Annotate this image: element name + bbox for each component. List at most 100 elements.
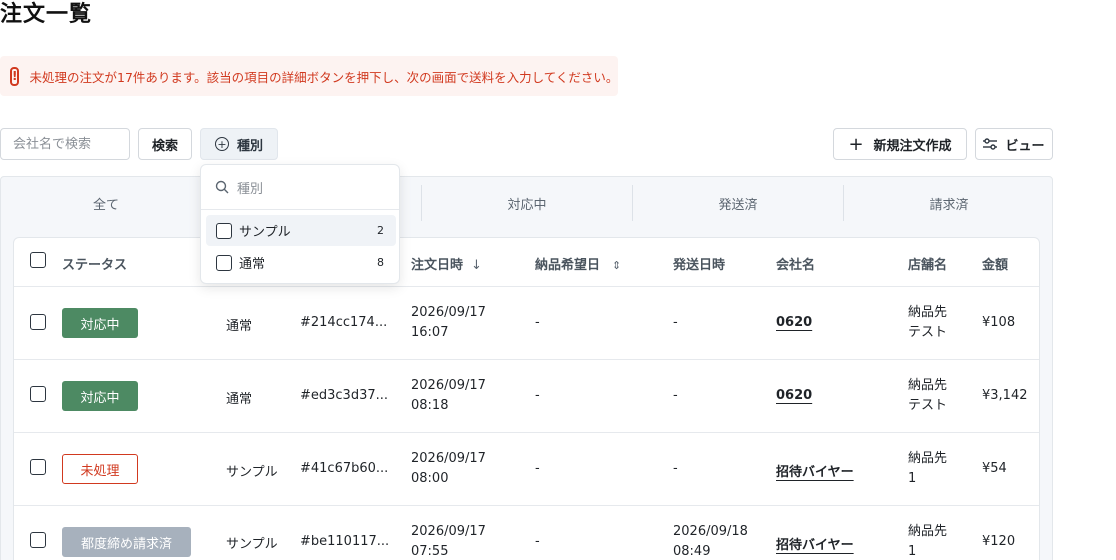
- arrow-down-icon: ↓: [471, 258, 482, 273]
- order-type: サンプル: [226, 537, 278, 552]
- store-name: 納品先 テスト: [908, 376, 947, 416]
- order-type: 通常: [226, 319, 253, 334]
- row-checkbox[interactable]: [30, 459, 46, 475]
- order-date: 2026/09/17: [411, 305, 486, 320]
- order-id: #be110117...: [300, 534, 390, 549]
- company-link[interactable]: 招待バイヤー: [776, 534, 854, 553]
- header-status[interactable]: ステータス: [62, 254, 127, 273]
- ship-datetime: 2026/09/18 08:49: [673, 522, 748, 560]
- option-count: 2: [377, 224, 384, 237]
- type-filter-label: 種別: [236, 138, 263, 154]
- header-order-date-label: 注文日時: [411, 258, 464, 273]
- order-time: 08:00: [411, 471, 449, 486]
- store-name: 納品先 1: [908, 522, 947, 560]
- order-type: サンプル: [226, 465, 278, 480]
- status-badge: 都度締め請求済: [62, 527, 191, 557]
- header-order-date[interactable]: 注文日時 ↓: [411, 254, 482, 273]
- ship-date: -: [673, 315, 678, 330]
- dropdown-option-sample[interactable]: サンプル 2: [206, 215, 396, 246]
- store-line: 納品先: [908, 305, 948, 320]
- row-checkbox[interactable]: [30, 386, 46, 402]
- tab-billed[interactable]: 請求済: [844, 185, 1054, 221]
- option-label: 通常: [239, 257, 266, 272]
- header-company: 会社名: [776, 258, 816, 273]
- order-date: 2026/09/17: [411, 378, 486, 393]
- amount: ¥3,142: [982, 388, 1028, 403]
- page-title: 注文一覧: [0, 2, 93, 27]
- row-divider: [14, 432, 1039, 433]
- search-button[interactable]: 検索: [138, 128, 192, 160]
- row-checkbox[interactable]: [30, 532, 46, 548]
- store-line: テスト: [908, 325, 948, 340]
- store-line: 納品先: [908, 524, 948, 539]
- option-checkbox[interactable]: [216, 222, 232, 239]
- alert-message: 未処理の注文が17件あります。該当の項目の詳細ボタンを押下し、次の画面で送料を入…: [29, 69, 619, 85]
- order-id: #214cc174...: [300, 315, 388, 330]
- store-line: 納品先: [908, 451, 948, 466]
- delivery-date: -: [535, 315, 540, 330]
- status-badge: 対応中: [62, 381, 138, 411]
- order-time: 07:55: [411, 544, 449, 559]
- delivery-date: -: [535, 461, 540, 476]
- sort-icon: ⇕: [612, 259, 622, 272]
- order-date: 2026/09/17: [411, 524, 486, 539]
- amount: ¥108: [982, 315, 1016, 330]
- store-line: 1: [908, 471, 917, 486]
- option-label: サンプル: [239, 225, 291, 240]
- header-delivery-date-label: 納品希望日: [535, 258, 601, 273]
- order-time: 16:07: [411, 325, 449, 340]
- row-divider: [14, 505, 1039, 506]
- store-name: 納品先 1: [908, 449, 947, 489]
- order-datetime: 2026/09/17 16:07: [411, 303, 486, 343]
- order-date: 2026/09/17: [411, 451, 486, 466]
- search-icon: [215, 180, 229, 194]
- store-line: テスト: [908, 398, 948, 413]
- new-order-button[interactable]: + 新規注文作成: [833, 128, 967, 160]
- tab-in-progress[interactable]: 対応中: [422, 185, 632, 221]
- tab-all[interactable]: 全て: [1, 185, 211, 221]
- ship-date: -: [673, 388, 678, 403]
- order-time: 08:18: [411, 398, 449, 413]
- company-search-input[interactable]: [0, 128, 130, 160]
- tab-shipped[interactable]: 発送済: [633, 185, 843, 221]
- row-divider: [14, 359, 1039, 360]
- order-datetime: 2026/09/17 07:55: [411, 522, 486, 560]
- delivery-date: -: [535, 534, 540, 549]
- option-checkbox[interactable]: [216, 254, 232, 271]
- type-filter-dropdown: 種別 サンプル 2 通常 8: [200, 164, 400, 284]
- order-id: #ed3c3d37...: [300, 388, 389, 403]
- header-ship-date: 発送日時: [673, 258, 726, 273]
- status-badge: 対応中: [62, 308, 138, 338]
- order-datetime: 2026/09/17 08:18: [411, 376, 486, 416]
- ship-date: -: [673, 461, 678, 476]
- dropdown-search-placeholder: 種別: [237, 181, 264, 197]
- select-all-checkbox[interactable]: [30, 252, 46, 268]
- view-label: ビュー: [1005, 138, 1045, 154]
- view-button[interactable]: ビュー: [975, 128, 1053, 160]
- header-delivery-date[interactable]: 納品希望日 ⇕: [535, 254, 621, 273]
- amount: ¥120: [982, 534, 1016, 549]
- order-type: 通常: [226, 392, 253, 407]
- company-link[interactable]: 招待バイヤー: [776, 461, 854, 480]
- plus-circle-icon: +: [214, 137, 229, 151]
- row-divider: [14, 286, 1039, 287]
- delivery-date: -: [535, 388, 540, 403]
- alert-icon: !: [10, 66, 20, 86]
- company-link[interactable]: 0620: [776, 388, 812, 403]
- dropdown-option-normal[interactable]: 通常 8: [206, 247, 396, 278]
- order-datetime: 2026/09/17 08:00: [411, 449, 486, 489]
- row-checkbox[interactable]: [30, 314, 46, 330]
- ship-time: 08:49: [673, 544, 711, 559]
- store-line: 1: [908, 544, 917, 559]
- warning-alert: ! 未処理の注文が17件あります。該当の項目の詳細ボタンを押下し、次の画面で送料…: [0, 56, 618, 96]
- header-amount: 金額: [982, 258, 1009, 273]
- status-badge: 未処理: [62, 454, 138, 484]
- amount: ¥54: [982, 461, 1007, 476]
- option-count: 8: [377, 256, 384, 269]
- dropdown-search[interactable]: 種別: [201, 165, 399, 210]
- store-line: 納品先: [908, 378, 948, 393]
- type-filter-button[interactable]: + 種別: [200, 128, 278, 160]
- company-link[interactable]: 0620: [776, 315, 812, 330]
- store-name: 納品先 テスト: [908, 303, 947, 343]
- order-id: #41c67b60...: [300, 461, 389, 476]
